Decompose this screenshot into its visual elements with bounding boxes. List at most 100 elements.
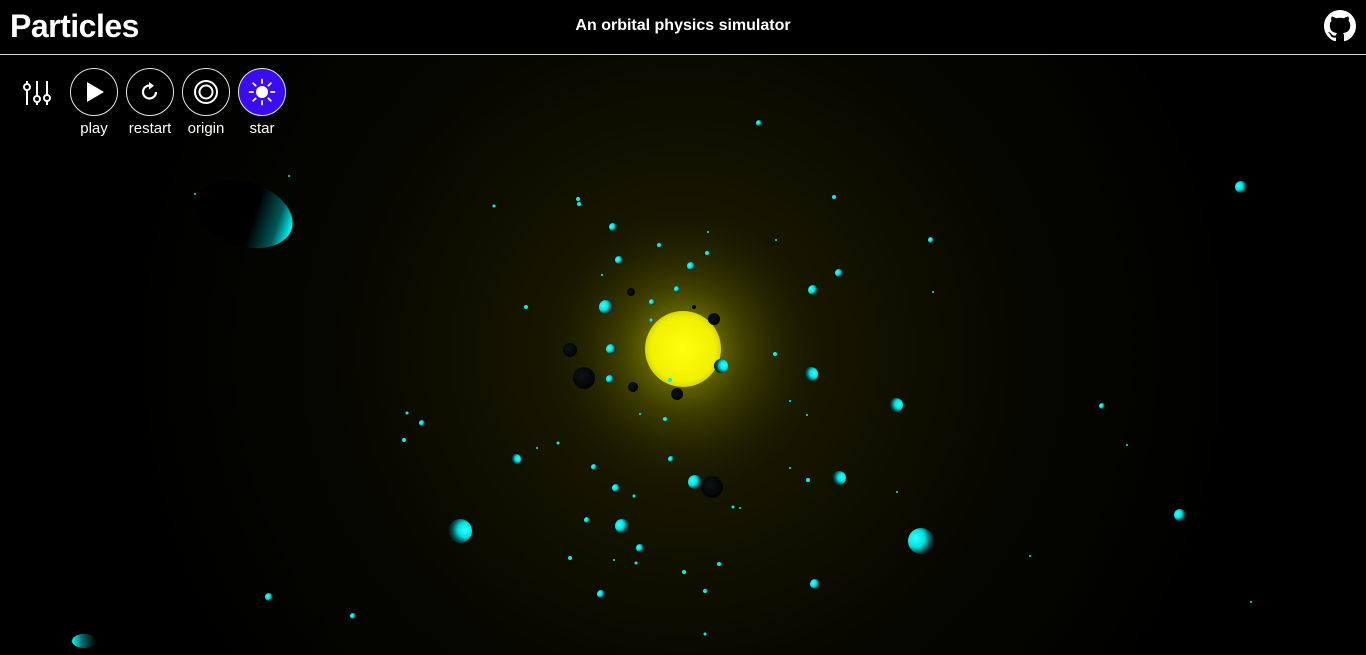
star-label: star <box>249 120 275 137</box>
particle <box>1029 555 1031 557</box>
sliders-icon[interactable] <box>22 79 54 107</box>
play-button-circle[interactable] <box>70 68 118 116</box>
particle <box>714 359 728 373</box>
app-subtitle: An orbital physics simulator <box>575 17 791 34</box>
particle <box>1099 403 1105 409</box>
particle <box>668 378 672 382</box>
particle <box>584 517 590 523</box>
particle <box>288 175 290 177</box>
particle <box>649 299 655 305</box>
particle <box>1126 444 1128 446</box>
sliders-glyph <box>23 81 51 105</box>
large-particle-edge <box>72 634 96 648</box>
particle <box>265 593 273 601</box>
particle <box>775 239 777 241</box>
particle <box>612 484 620 492</box>
particle <box>657 243 661 247</box>
particle <box>707 231 709 233</box>
particle <box>908 528 934 554</box>
particle <box>1250 601 1252 603</box>
particle <box>671 388 683 400</box>
particle <box>810 579 820 589</box>
star-button-circle[interactable] <box>238 68 286 116</box>
origin-icon <box>194 80 218 104</box>
particle <box>606 344 616 354</box>
particle <box>634 561 638 565</box>
particle <box>1174 509 1186 521</box>
particle <box>701 476 723 498</box>
particle <box>703 632 707 636</box>
origin-button[interactable]: origin <box>181 68 231 137</box>
simulation-view <box>72 120 1252 648</box>
particle <box>688 475 702 489</box>
simulation-canvas[interactable] <box>0 55 1366 655</box>
particle <box>705 251 709 255</box>
app-root: Particles An orbital physics simulator p… <box>0 0 1366 655</box>
particle <box>649 318 653 322</box>
particle <box>717 562 721 566</box>
particle <box>577 202 581 206</box>
particle <box>591 464 597 470</box>
particle <box>682 570 686 574</box>
toolbar: play restart origin star <box>0 55 320 145</box>
particle <box>601 274 603 276</box>
origin-button-circle[interactable] <box>182 68 230 116</box>
particle <box>708 313 720 325</box>
particle <box>636 544 644 552</box>
particle <box>703 589 707 593</box>
particle <box>1235 181 1247 193</box>
particle <box>808 285 818 295</box>
particle <box>739 507 741 509</box>
header-bar: Particles An orbital physics simulator <box>0 0 1366 55</box>
particle <box>756 120 762 126</box>
particle <box>419 420 425 426</box>
particle <box>524 305 528 309</box>
particle <box>573 367 595 389</box>
particle <box>687 262 695 270</box>
particle <box>350 613 356 619</box>
restart-button[interactable]: restart <box>125 68 175 137</box>
large-particle <box>195 179 293 249</box>
github-icon[interactable] <box>1324 10 1356 42</box>
particle <box>599 300 613 314</box>
github-logo-glyph <box>1324 10 1356 42</box>
particle <box>194 193 196 195</box>
particle <box>613 559 615 561</box>
particle <box>536 447 538 449</box>
particle <box>804 367 818 381</box>
particle <box>576 197 580 201</box>
particle <box>448 519 472 543</box>
particle <box>832 471 846 485</box>
particle <box>889 398 903 412</box>
particle <box>628 382 638 392</box>
particle <box>896 491 898 493</box>
particle <box>597 590 605 598</box>
particle <box>663 417 667 421</box>
particle <box>692 305 696 309</box>
particle <box>606 375 614 383</box>
particle <box>832 195 836 199</box>
particle <box>492 204 496 208</box>
particle <box>789 467 791 469</box>
particle <box>402 438 406 442</box>
restart-button-circle[interactable] <box>126 68 174 116</box>
particle <box>568 556 572 560</box>
particle <box>563 343 577 357</box>
particle <box>928 237 934 243</box>
particle <box>615 519 629 533</box>
star-button[interactable]: star <box>237 68 287 137</box>
particle <box>511 454 521 464</box>
particle <box>773 352 777 356</box>
particle <box>674 286 680 292</box>
sun-icon <box>248 78 276 106</box>
play-button[interactable]: play <box>69 68 119 137</box>
particle <box>806 414 808 416</box>
restart-icon <box>141 82 158 100</box>
particle <box>932 291 934 293</box>
particle <box>609 223 617 231</box>
particle <box>835 269 843 277</box>
particle <box>405 411 409 415</box>
particle <box>632 494 636 498</box>
particle <box>627 288 635 296</box>
play-icon <box>87 82 104 102</box>
